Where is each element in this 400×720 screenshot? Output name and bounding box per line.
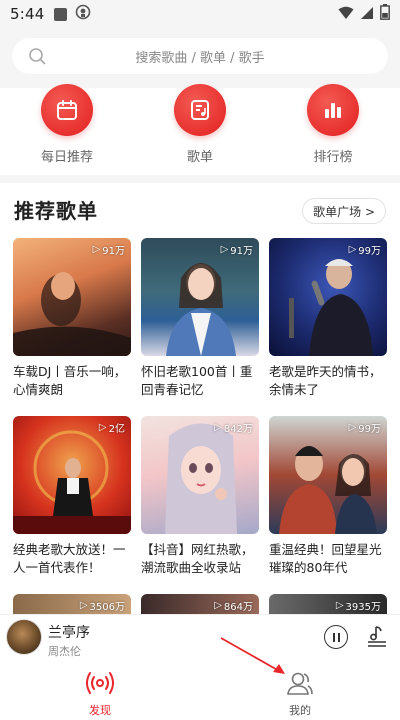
search-placeholder: 搜索歌曲 / 歌单 / 歌手 bbox=[135, 50, 265, 66]
play-count-icon: ▷ bbox=[92, 244, 101, 255]
playlist-card[interactable]: ▷ 2亿 经典老歌大放送！一人一首代表作！ bbox=[13, 416, 131, 577]
play-count-icon: ▷ bbox=[348, 422, 357, 433]
playlist-title: 怀旧老歌100首丨重回青春记忆 bbox=[141, 364, 253, 397]
mini-player[interactable]: 兰亭序 周杰伦 bbox=[0, 614, 400, 666]
bottom-nav: 发现 我的 bbox=[0, 666, 400, 720]
playlist-cover: ▷ 99万 bbox=[269, 416, 387, 534]
playlist-title: 车载DJ丨音乐一响，心情爽朗 bbox=[13, 364, 127, 397]
now-playing-artist: 周杰伦 bbox=[48, 645, 81, 658]
play-count-icon: ▷ bbox=[79, 600, 88, 611]
search-input[interactable]: 搜索歌曲 / 歌单 / 歌手 bbox=[12, 38, 388, 74]
play-count: ▷ 864万 bbox=[214, 600, 253, 613]
play-count-icon: ▷ bbox=[348, 244, 357, 255]
quick-label-playlist: 歌单 bbox=[186, 150, 213, 165]
playlist-plaza-button[interactable]: 歌单广场 > bbox=[302, 198, 386, 224]
nav-mine[interactable]: 我的 bbox=[260, 670, 340, 718]
playlist-title: 重温经典！回望星光璀璨的80年代 bbox=[269, 542, 382, 575]
wifi-icon bbox=[338, 5, 354, 24]
playlist-cover: ▷ 3935万 bbox=[269, 594, 387, 614]
radio-wave-icon bbox=[86, 672, 114, 700]
playlist-title: 【抖音】网红热歌，潮流歌曲全收录站 bbox=[141, 542, 254, 575]
calendar-icon bbox=[41, 84, 93, 136]
playlist-card[interactable]: ▷ 91万 车载DJ丨音乐一响，心情爽朗 bbox=[13, 238, 131, 399]
playlist-queue-icon[interactable] bbox=[366, 623, 388, 651]
playlist-cover: ▷ 842万 bbox=[141, 416, 259, 534]
nav-discover[interactable]: 发现 bbox=[60, 670, 140, 718]
section-title: 推荐歌单 bbox=[14, 199, 98, 223]
playlist-card[interactable]: ▷ 99万 老歌是昨天的情书，余情未了 bbox=[269, 238, 387, 399]
play-count: ▷ 91万 bbox=[92, 244, 125, 257]
playlist-cover: ▷ 91万 bbox=[141, 238, 259, 356]
play-count: ▷ 3935万 bbox=[335, 600, 381, 613]
pause-icon-bar bbox=[337, 632, 340, 642]
daily-recommend-button[interactable]: 每日推荐 bbox=[25, 84, 109, 165]
now-playing-cover[interactable] bbox=[6, 619, 42, 655]
battery-icon bbox=[380, 4, 390, 24]
signal-icon bbox=[360, 5, 374, 24]
playlist-card[interactable]: ▷ 99万 重温经典！回望星光璀璨的80年代 bbox=[269, 416, 387, 577]
quick-label-ranking: 排行榜 bbox=[313, 150, 353, 165]
play-count: ▷ 842万 bbox=[214, 422, 253, 435]
playlist-title: 老歌是昨天的情书，余情未了 bbox=[269, 364, 382, 397]
section-divider bbox=[0, 175, 400, 183]
pause-button[interactable] bbox=[324, 625, 348, 649]
playlist-card[interactable]: ▷ 864万 bbox=[141, 594, 259, 614]
playlist-title: 经典老歌大放送！一人一首代表作！ bbox=[13, 542, 126, 575]
play-count: ▷ 99万 bbox=[348, 422, 381, 435]
play-count: ▷ 3506万 bbox=[79, 600, 125, 613]
playlist-cover: ▷ 91万 bbox=[13, 238, 131, 356]
playlist-entry-button[interactable]: 歌单 bbox=[158, 84, 242, 165]
playlist-cover: ▷ 3506万 bbox=[13, 594, 131, 614]
play-count-icon: ▷ bbox=[214, 422, 222, 433]
playlist-card[interactable]: ▷ 3506万 bbox=[13, 594, 131, 614]
nav-label-mine: 我的 bbox=[289, 704, 311, 717]
pause-icon bbox=[332, 632, 335, 642]
play-count-icon: ▷ bbox=[220, 244, 229, 255]
play-count-icon: ▷ bbox=[335, 600, 344, 611]
play-count-icon: ▷ bbox=[214, 600, 222, 611]
quick-label-daily: 每日推荐 bbox=[40, 150, 93, 165]
ranking-button[interactable]: 排行榜 bbox=[291, 84, 375, 165]
search-area: 搜索歌曲 / 歌单 / 歌手 bbox=[0, 28, 400, 88]
play-count: ▷ 2亿 bbox=[98, 422, 125, 435]
notification-icon bbox=[54, 7, 68, 21]
status-bar: 5:44 bbox=[0, 0, 400, 28]
nav-label-discover: 发现 bbox=[89, 704, 111, 717]
playlist-card[interactable]: ▷ 3935万 bbox=[269, 594, 387, 614]
now-playing-title: 兰亭序 bbox=[48, 625, 90, 641]
chart-bars-icon bbox=[307, 84, 359, 136]
search-icon bbox=[28, 47, 46, 69]
play-count-icon: ▷ bbox=[98, 422, 107, 433]
playlist-card[interactable]: ▷ 91万 怀旧老歌100首丨重回青春记忆 bbox=[141, 238, 259, 399]
playlist-card[interactable]: ▷ 842万 【抖音】网红热歌，潮流歌曲全收录站 bbox=[141, 416, 259, 577]
playlist-cover: ▷ 864万 bbox=[141, 594, 259, 614]
user-icon bbox=[286, 672, 314, 700]
playlist-cover: ▷ 99万 bbox=[269, 238, 387, 356]
playlist-cover: ▷ 2亿 bbox=[13, 416, 131, 534]
quick-entries: 每日推荐 歌单 排行榜 bbox=[0, 84, 400, 168]
app-notification-icon bbox=[75, 4, 91, 24]
playlist-icon bbox=[174, 84, 226, 136]
play-count: ▷ 99万 bbox=[348, 244, 381, 257]
status-time: 5:44 bbox=[10, 5, 45, 23]
play-count: ▷ 91万 bbox=[220, 244, 253, 257]
